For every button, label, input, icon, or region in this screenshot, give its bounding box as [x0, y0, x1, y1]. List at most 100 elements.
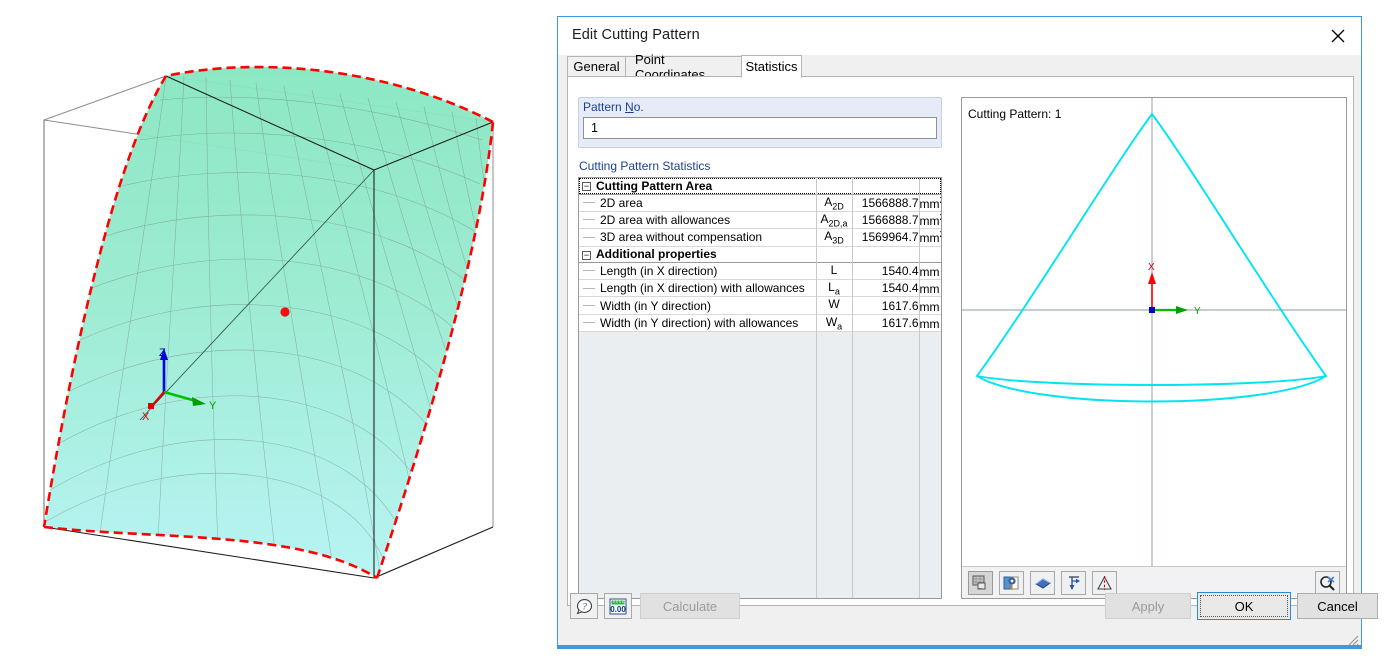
view-mode-button[interactable] [999, 571, 1024, 595]
cancel-label: Cancel [1317, 598, 1358, 614]
collapse-icon[interactable]: − [582, 250, 591, 260]
apply-button[interactable]: Apply [1105, 593, 1191, 619]
row-unit-sup: 2 [940, 195, 941, 205]
statistics-table[interactable]: − Cutting Pattern Area 2D area A2D 156688… [578, 177, 942, 599]
row-symbol-sub: a [834, 286, 840, 297]
tab-point-coordinates[interactable]: Point Coordinates [625, 52, 742, 82]
tree-lead-icon [583, 304, 595, 306]
row-symbol: L [830, 262, 838, 277]
node-point [280, 307, 290, 317]
tab-panel-statistics: Pattern No. 1 Cutting Pattern Statistics [567, 76, 1354, 606]
mirror-button[interactable] [1092, 571, 1117, 595]
row-unit: mm [919, 299, 940, 314]
tab-statistics[interactable]: Statistics [741, 55, 802, 78]
row-symbol-sub: 2D,a [828, 218, 848, 229]
units-ruler-icon: 0.00 [609, 598, 627, 614]
table-row[interactable]: Width (in Y direction) with allowances W… [579, 314, 941, 333]
axis-z-label-3d: Z [159, 347, 166, 359]
mirror-symmetry-icon [1097, 575, 1112, 590]
zoom-reset-button[interactable] [1315, 571, 1340, 595]
row-value: 1569964.7 [852, 228, 920, 247]
pattern-no-group: Pattern No. 1 [578, 97, 942, 148]
tree-lead-icon [583, 219, 595, 221]
calculate-button[interactable]: Calculate [640, 593, 740, 619]
table-row[interactable]: Width (in Y direction) W 1617.6 mm [579, 296, 941, 315]
help-question-icon: ? [576, 598, 592, 614]
row-label: Length (in X direction) with allowances [600, 281, 805, 296]
collapse-icon[interactable]: − [582, 182, 591, 192]
zoom-magnifier-icon [1319, 576, 1335, 591]
row-unit-sup: 2 [940, 229, 941, 239]
resize-grip-icon[interactable] [1345, 632, 1359, 646]
surface-button[interactable] [1030, 571, 1055, 595]
tab-statistics-label: Statistics [745, 59, 798, 74]
dialog-title: Edit Cutting Pattern [572, 27, 700, 43]
preview-canvas[interactable]: X Y [962, 98, 1346, 566]
eye-view-icon [1003, 576, 1019, 590]
row-unit: mm [919, 196, 940, 211]
wireframe-render-icon [972, 575, 986, 590]
row-label: Length (in X direction) [600, 263, 718, 278]
cutting-pattern-preview[interactable]: Cutting Pattern: 1 X Y [961, 97, 1347, 599]
svg-text:0.00: 0.00 [610, 605, 626, 614]
row-value: 1540.4 [852, 262, 920, 281]
screen: Z Y X Edit Cutting Pattern General Point… [0, 0, 1396, 665]
table-row[interactable]: Length (in X direction) L 1540.4 mm [579, 262, 941, 281]
dialog-accent-bar [558, 645, 1361, 648]
row-symbol: L [828, 280, 835, 295]
model-3d-viewport[interactable]: Z Y X [0, 0, 548, 665]
axis-y-label-3d: Y [209, 400, 217, 412]
row-unit: mm [919, 317, 940, 332]
tree-lead-icon [583, 270, 595, 272]
row-symbol-sub: 2D [832, 200, 844, 211]
ok-label: OK [1234, 598, 1254, 614]
row-symbol-sub: a [837, 321, 843, 332]
pattern-no-input[interactable]: 1 [583, 117, 937, 139]
table-row[interactable]: 3D area without compensation A3D 1569964… [579, 228, 941, 247]
tree-lead-icon [583, 287, 595, 289]
units-button[interactable]: 0.00 [604, 593, 632, 619]
row-symbol: A [820, 211, 829, 226]
axis-x-label-preview: X [1148, 262, 1155, 273]
axis-x-label-3d: X [142, 411, 150, 423]
dialog-titlebar[interactable]: Edit Cutting Pattern [558, 17, 1361, 55]
close-icon[interactable] [1315, 17, 1361, 54]
row-unit: mm [919, 231, 940, 246]
axes-button[interactable] [1061, 571, 1086, 595]
origin-marker [1149, 307, 1155, 313]
row-unit-sup: 2 [940, 212, 941, 222]
row-symbol: W [825, 314, 838, 329]
group-title: Additional properties [596, 247, 717, 262]
pattern-no-label-pre: Pattern [583, 100, 626, 114]
axes-dimension-icon [1068, 576, 1080, 590]
pattern-no-label: Pattern No. [583, 100, 644, 114]
close-glyph [1331, 29, 1345, 42]
ok-button[interactable]: OK [1197, 592, 1291, 620]
render-mode-button[interactable] [968, 571, 993, 595]
tabstrip: General Point Coordinates Statistics [567, 52, 1354, 82]
table-row[interactable]: 2D area with allowances A2D,a 1566888.7 … [579, 211, 941, 230]
row-symbol: W [828, 297, 840, 312]
row-label: Width (in Y direction) with allowances [600, 316, 799, 331]
table-group-row[interactable]: − Cutting Pattern Area [579, 178, 941, 195]
axis-y-label-preview: Y [1194, 306, 1201, 317]
table-row[interactable]: Length (in X direction) with allowances … [579, 279, 941, 298]
group-title: Cutting Pattern Area [596, 178, 713, 193]
row-value: 1617.6 [852, 314, 920, 333]
row-value: 1566888.7 [852, 194, 920, 212]
table-row[interactable]: 2D area A2D 1566888.7 mm2 [579, 194, 941, 212]
row-unit: mm [919, 214, 940, 229]
tree-lead-icon [583, 236, 595, 238]
row-value: 1617.6 [852, 296, 920, 315]
pattern-no-label-post: o. [633, 100, 644, 114]
preview-label: Cutting Pattern: 1 [968, 107, 1062, 121]
surface-plane-icon [1034, 578, 1051, 589]
pattern-no-label-key: N [625, 100, 634, 114]
cancel-button[interactable]: Cancel [1297, 593, 1378, 619]
help-button[interactable]: ? [570, 593, 598, 619]
row-unit: mm [919, 264, 940, 279]
edit-cutting-pattern-dialog: Edit Cutting Pattern General Point Coord… [557, 16, 1378, 649]
pattern-no-value: 1 [591, 121, 598, 135]
table-group-row[interactable]: − Additional properties [579, 245, 941, 263]
tab-general[interactable]: General [567, 56, 626, 77]
